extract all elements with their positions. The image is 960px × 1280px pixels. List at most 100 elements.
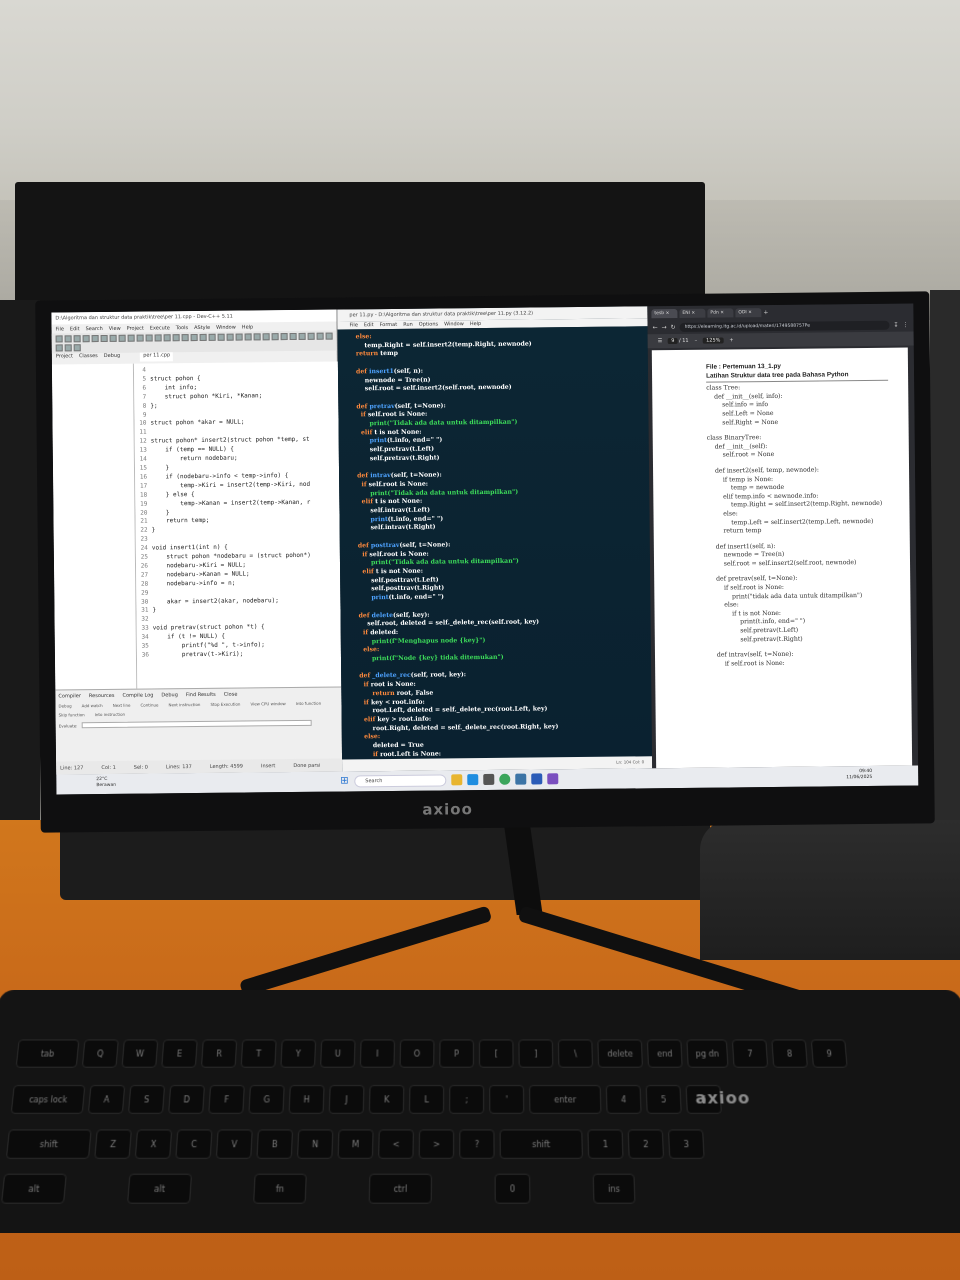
toolbar-button-icon[interactable] [73, 344, 81, 352]
new-tab-icon[interactable]: + [763, 309, 768, 316]
toolbar-button-icon[interactable] [145, 334, 153, 342]
toolbar-button-icon[interactable] [154, 334, 162, 342]
toolbar-button-icon[interactable] [253, 333, 261, 341]
toolbar-button-icon[interactable] [316, 332, 324, 340]
key[interactable]: caps lock [10, 1085, 86, 1114]
key[interactable]: O [399, 1039, 435, 1068]
debug-button[interactable]: View CPU window [250, 701, 285, 706]
pdf-page-input[interactable]: 9 [668, 337, 678, 345]
toolbar-button-icon[interactable] [289, 332, 297, 341]
zoom-in-icon[interactable]: + [729, 337, 733, 343]
debug-button[interactable]: Skip function [59, 712, 85, 717]
menu-icon[interactable]: ⋮ [903, 321, 909, 328]
key[interactable]: 4 [605, 1085, 642, 1114]
idle-editor[interactable]: else: temp.Right = self.insert2(temp.Rig… [337, 326, 653, 760]
toolbar-button-icon[interactable] [217, 333, 225, 341]
key[interactable]: > [418, 1129, 455, 1159]
toolbar-button-icon[interactable] [55, 335, 63, 343]
devcpp-file-tab[interactable]: per 11.cpp [140, 352, 174, 362]
toolbar-button-icon[interactable] [208, 333, 216, 341]
key[interactable]: N [296, 1129, 334, 1159]
devcpp-menu-item[interactable]: Window [216, 324, 236, 330]
key[interactable]: L [408, 1085, 445, 1114]
browser-tab[interactable]: Pdn × [707, 307, 734, 318]
toolbar-button-icon[interactable] [226, 333, 234, 341]
idle-menu-item[interactable]: Edit [364, 322, 374, 328]
devcpp-menu-item[interactable]: File [56, 326, 64, 332]
devcpp-menu-item[interactable]: Help [242, 324, 253, 330]
toolbar-button-icon[interactable] [190, 333, 198, 342]
pdf-menu-icon[interactable]: ☰ [658, 338, 663, 344]
idle-menu-item[interactable]: Format [380, 322, 398, 328]
devcpp-menu-item[interactable]: Edit [70, 326, 80, 332]
key[interactable]: F [208, 1085, 245, 1114]
toolbar-button-icon[interactable] [109, 334, 117, 342]
reload-icon[interactable]: ↻ [671, 323, 676, 330]
key[interactable]: shift [499, 1129, 583, 1159]
devcpp-tab[interactable]: Debug [104, 353, 121, 362]
toolbar-button-icon[interactable] [307, 332, 315, 340]
key[interactable]: 3 [667, 1129, 705, 1159]
key[interactable]: 0 [494, 1173, 531, 1204]
download-icon[interactable]: ↧ [893, 321, 898, 328]
key[interactable]: G [248, 1085, 285, 1114]
key[interactable]: alt [127, 1173, 193, 1204]
key[interactable]: end [646, 1039, 683, 1068]
key[interactable]: 9 [810, 1039, 848, 1068]
key[interactable]: W [121, 1039, 159, 1068]
toolbar-button-icon[interactable] [64, 344, 72, 352]
toolbar-button-icon[interactable] [199, 333, 207, 341]
forward-arrow-icon[interactable]: → [662, 324, 667, 331]
back-arrow-icon[interactable]: ← [653, 324, 658, 331]
toolbar-button-icon[interactable] [100, 334, 108, 343]
toolbar-button-icon[interactable] [163, 334, 171, 342]
debug-button[interactable]: Next line [113, 703, 131, 708]
devcpp-tab[interactable]: Classes [79, 353, 98, 362]
toolbar-button-icon[interactable] [172, 334, 180, 342]
key[interactable]: ctrl [368, 1173, 433, 1204]
url-field[interactable]: https://elearning.itg.ac.id/upload/mater… [679, 320, 890, 332]
key[interactable]: J [328, 1085, 365, 1114]
key[interactable]: 5 [645, 1085, 682, 1114]
key[interactable]: Y [280, 1039, 317, 1068]
key[interactable]: P [439, 1039, 474, 1068]
key[interactable]: Z [94, 1129, 132, 1159]
taskbar-search[interactable]: Search [354, 774, 447, 788]
debug-button[interactable]: Add watch [82, 703, 103, 708]
key[interactable]: 8 [771, 1039, 808, 1068]
debug-tab[interactable]: Find Results [186, 692, 216, 698]
key[interactable]: enter [529, 1085, 602, 1114]
toolbar-button-icon[interactable] [91, 335, 99, 343]
key[interactable]: ? [459, 1129, 495, 1159]
zoom-out-icon[interactable]: – [695, 338, 698, 344]
debug-button[interactable]: Stop Execution [210, 702, 240, 707]
toolbar-button-icon[interactable] [64, 335, 72, 343]
key[interactable]: ; [449, 1085, 485, 1114]
key[interactable]: R [200, 1039, 238, 1068]
key[interactable]: ] [518, 1039, 554, 1068]
key[interactable]: M [337, 1129, 374, 1159]
browser-tab[interactable]: ODI × [735, 307, 762, 317]
key[interactable]: tab [15, 1039, 80, 1068]
toolbar-button-icon[interactable] [181, 334, 189, 342]
browser-tab[interactable]: ENI × [679, 308, 706, 318]
key[interactable]: shift [5, 1129, 92, 1159]
key[interactable]: 1 [587, 1129, 624, 1159]
key[interactable]: ins [592, 1173, 636, 1204]
toolbar-button-icon[interactable] [325, 332, 333, 340]
key[interactable]: 7 [731, 1039, 769, 1068]
key[interactable]: ' [489, 1085, 525, 1114]
toolbar-button-icon[interactable] [136, 334, 144, 342]
key[interactable]: pg dn [686, 1039, 729, 1068]
key[interactable]: alt [0, 1173, 67, 1204]
key[interactable]: delete [597, 1039, 643, 1068]
zoom-level[interactable]: 125% [703, 337, 724, 344]
debug-tab[interactable]: Close [224, 692, 238, 698]
browser-tab[interactable]: tesb × [651, 308, 678, 318]
devcpp-menu-item[interactable]: View [109, 325, 121, 331]
edge-icon[interactable] [467, 774, 479, 786]
key[interactable]: D [168, 1085, 205, 1114]
devcpp-menu-item[interactable]: Project [127, 325, 144, 331]
key[interactable]: \ [557, 1039, 594, 1068]
key[interactable]: 2 [627, 1129, 665, 1159]
